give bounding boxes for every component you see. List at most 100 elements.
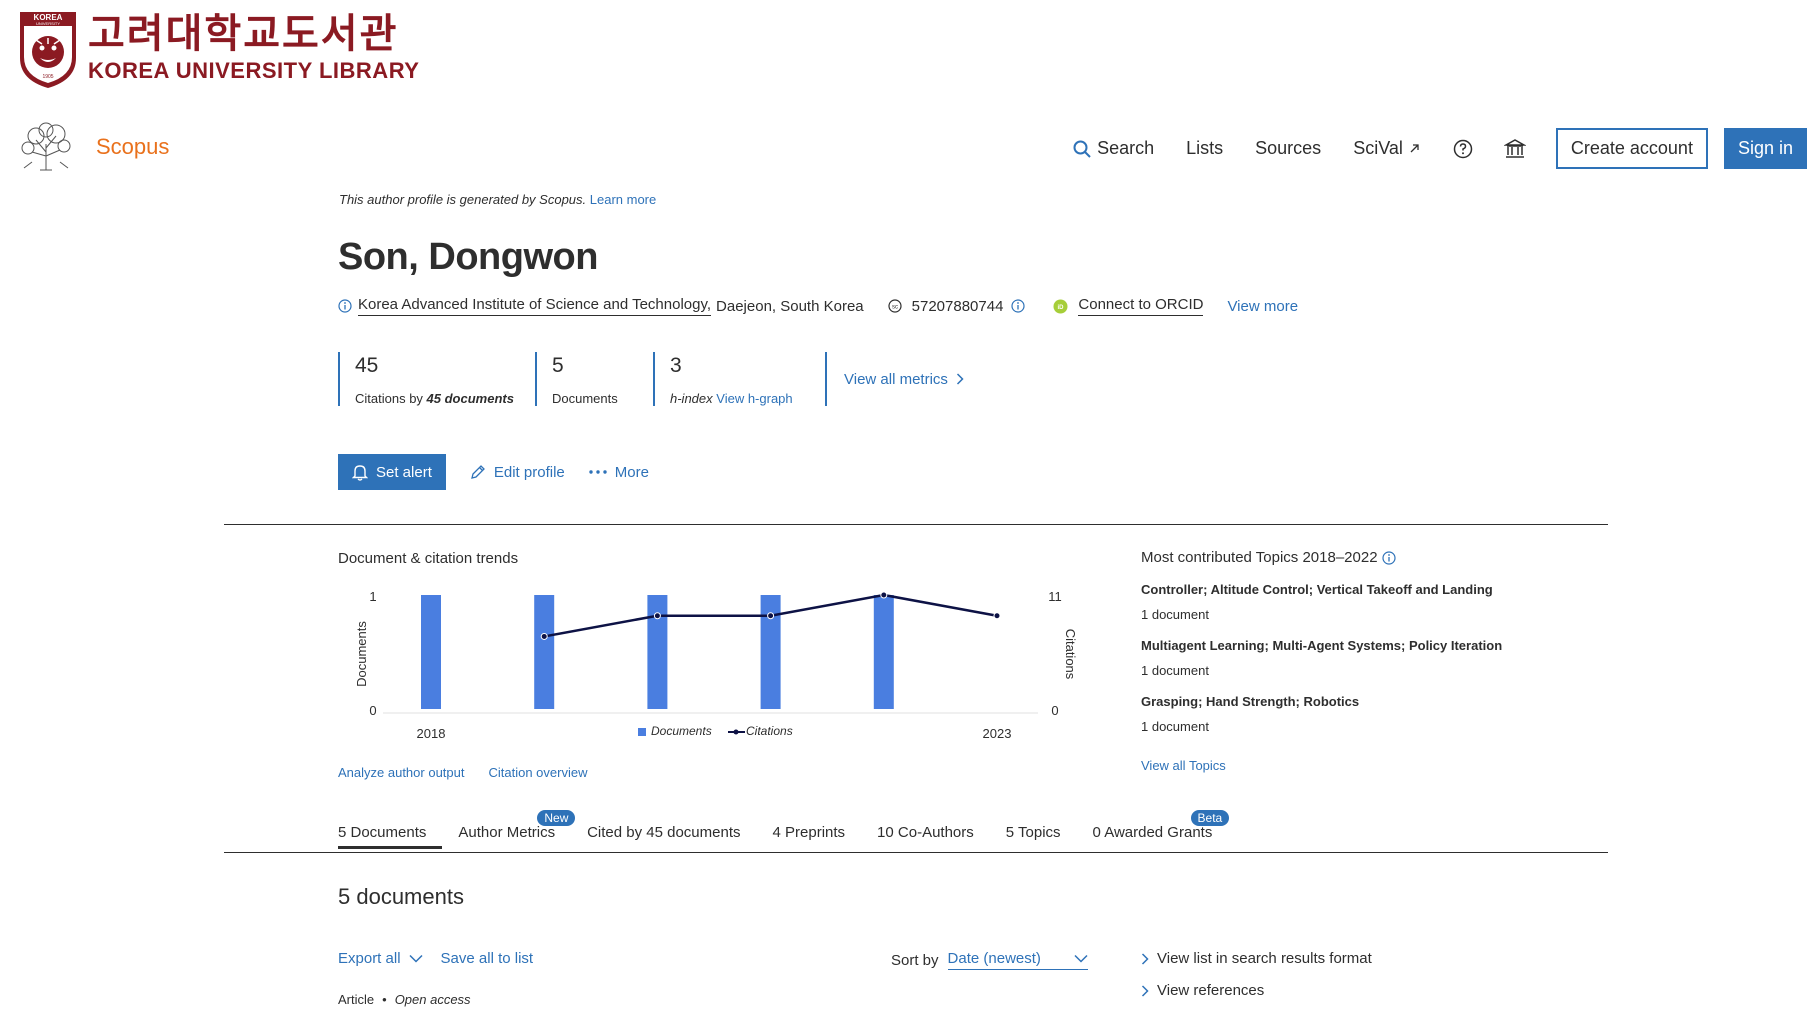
topic-count: 1 document (1141, 607, 1209, 622)
svg-text:iD: iD (1058, 305, 1065, 311)
more-actions-link[interactable]: More (589, 464, 649, 481)
chart-x-tick-last: 2023 (983, 726, 1012, 741)
learn-more-link[interactable]: Learn more (590, 192, 656, 207)
tab-topics[interactable]: 5 Topics (1006, 812, 1061, 849)
tab-co-authors[interactable]: 10 Co-Authors (877, 812, 974, 849)
chart-x-tick-first: 2018 (417, 726, 446, 741)
documents-toolbar: Export all Save all to list (338, 950, 533, 967)
analyze-author-output-link[interactable]: Analyze author output (338, 765, 464, 780)
info-icon[interactable] (1011, 299, 1026, 313)
sort-select[interactable]: Date (newest) (947, 950, 1088, 970)
scopus-home-link[interactable]: Scopus (18, 122, 169, 172)
citations-point-2021[interactable] (767, 612, 775, 620)
nav-lists[interactable]: Lists (1186, 138, 1223, 159)
tab-preprints-label: 4 Preprints (772, 824, 846, 841)
most-contributed-topics: Most contributed Topics 2018–2022 Contro… (1141, 549, 1541, 773)
hindex-value: 3 (670, 354, 682, 377)
library-logo[interactable]: KOREA UNIVERSITY 1905 고려대학교도서관 KOREA UNI… (18, 10, 419, 90)
tabs-divider (224, 852, 1608, 853)
tab-awarded-grants[interactable]: Beta 0 Awarded Grants (1092, 810, 1230, 849)
nav-search-label: Search (1097, 138, 1155, 158)
sort-value: Date (newest) (947, 950, 1041, 967)
view-h-graph-link[interactable]: View h-graph (716, 391, 792, 406)
metric-hindex: 3 h-index View h-graph (653, 352, 825, 406)
view-all-topics-link[interactable]: View all Topics (1141, 758, 1541, 773)
topic-item: Controller; Altitude Control; Vertical T… (1141, 582, 1541, 622)
tab-preprints[interactable]: 4 Preprints (773, 812, 846, 849)
sign-in-button[interactable]: Sign in (1723, 128, 1807, 169)
ellipsis-icon (589, 470, 607, 474)
author-affiliation-row: Korea Advanced Institute of Science and … (338, 296, 1298, 316)
document-type-row: Article • Open access (338, 992, 471, 1007)
save-all-to-list-link[interactable]: Save all to list (441, 950, 534, 967)
chart-y2-axis-label: Citations (1063, 629, 1078, 680)
nav-sources[interactable]: Sources (1255, 138, 1321, 159)
sort-control: Sort by Date (newest) (891, 950, 1088, 970)
scopus-author-id: 57207880744 (911, 297, 1004, 315)
tab-awarded-grants-label: 0 Awarded Grants (1092, 824, 1213, 841)
info-icon[interactable] (1381, 550, 1396, 565)
edit-profile-label: Edit profile (493, 463, 565, 481)
author-metrics: 45 Citations by 45 documents 5 Documents… (338, 352, 964, 406)
document-citation-trends-chart: Documents Citations 1 0 11 0 2018 2023 D… (354, 589, 1078, 741)
chart-y-tick-max: 1 (369, 589, 376, 604)
legend-citations-label: Citations (746, 724, 793, 738)
nav-search[interactable]: Search (1073, 138, 1154, 159)
view-more-link[interactable]: View more (1227, 298, 1298, 315)
documents-bar-2022 (873, 595, 894, 709)
info-icon[interactable] (338, 299, 352, 313)
citation-overview-link[interactable]: Citation overview (488, 765, 587, 780)
documents-bar-2020 (647, 595, 668, 709)
nav-scival[interactable]: SciVal (1353, 138, 1420, 159)
profile-tabs: 5 Documents New Author Metrics Cited by … (338, 810, 1244, 849)
documents-bar-2021 (760, 595, 781, 709)
metric-documents: 5 Documents (535, 352, 653, 406)
tab-cited-by[interactable]: Cited by 45 documents (587, 812, 740, 849)
sort-label: Sort by (891, 951, 939, 969)
citations-documents-count: 45 documents (426, 391, 514, 406)
set-alert-button[interactable]: Set alert (338, 454, 446, 490)
view-all-metrics-link[interactable]: View all metrics (825, 352, 964, 406)
connect-orcid-link[interactable]: Connect to ORCID (1078, 296, 1204, 316)
export-all-button[interactable]: Export all (338, 950, 423, 967)
emblem-year-text: 1905 (42, 74, 53, 80)
topic-item: Multiagent Learning; Multi-Agent Systems… (1141, 638, 1541, 678)
set-alert-label: Set alert (376, 463, 432, 481)
citations-point-2023[interactable] (993, 612, 1001, 620)
view-list-search-results-link[interactable]: View list in search results format (1141, 950, 1372, 967)
hindex-label: h-index View h-graph (670, 391, 825, 406)
chart-bars (421, 595, 894, 709)
hindex-label-text: h-index (670, 391, 713, 406)
view-references-label: View references (1157, 982, 1265, 999)
chevron-down-icon (409, 954, 423, 963)
citations-point-2022[interactable] (880, 591, 888, 599)
tab-author-metrics-label: Author Metrics (458, 824, 556, 841)
chart-y2-tick-min: 0 (1051, 703, 1058, 718)
documents-side-links: View list in search results format View … (1141, 950, 1372, 1014)
institution-icon (1503, 138, 1526, 158)
bell-icon (352, 465, 368, 481)
citations-label-text: Citations by (355, 391, 423, 406)
tab-author-metrics[interactable]: New Author Metrics (458, 810, 576, 849)
elsevier-tree-icon (21, 122, 71, 171)
documents-heading: 5 documents (338, 884, 464, 909)
topic-title: Multiagent Learning; Multi-Agent Systems… (1141, 638, 1503, 653)
documents-bar-2018 (421, 595, 441, 709)
profile-actions: Set alert Edit profile More (338, 454, 649, 490)
view-references-link[interactable]: View references (1141, 982, 1372, 999)
edit-profile-link[interactable]: Edit profile (470, 464, 565, 481)
citations-point-2019[interactable] (540, 632, 548, 640)
emblem-sub-text: UNIVERSITY (36, 21, 60, 26)
citations-point-2020[interactable] (653, 612, 661, 620)
documents-value: 5 (552, 354, 564, 377)
tab-documents[interactable]: 5 Documents (338, 812, 443, 849)
help-button[interactable] (1452, 138, 1474, 160)
affiliation-link[interactable]: Korea Advanced Institute of Science and … (358, 296, 712, 316)
metric-citations: 45 Citations by 45 documents (338, 352, 535, 406)
institution-button[interactable] (1503, 138, 1526, 160)
external-link-icon (1410, 144, 1419, 153)
chevron-right-icon (1141, 984, 1149, 997)
create-account-button[interactable]: Create account (1555, 128, 1708, 169)
orcid-icon: iD (1053, 299, 1068, 313)
documents-label: Documents (552, 391, 618, 406)
